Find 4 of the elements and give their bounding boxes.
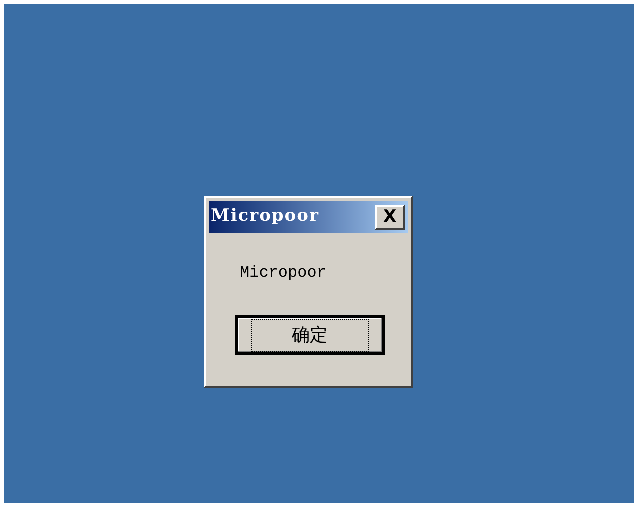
ok-button[interactable]: 确定 [235, 315, 385, 355]
message-text: Micropoor [240, 264, 326, 282]
window-title: Micropoor [211, 205, 320, 228]
close-button[interactable]: X [375, 204, 405, 230]
